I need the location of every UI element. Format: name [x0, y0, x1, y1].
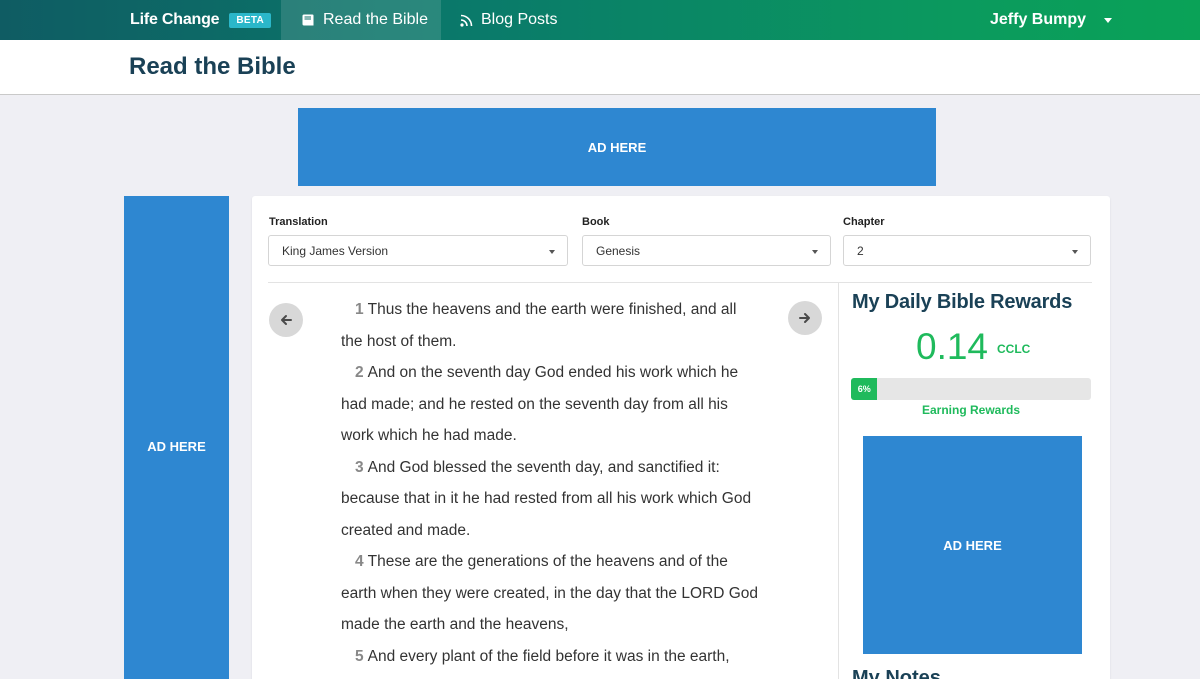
verse: 4 These are the generations of the heaven… — [341, 546, 761, 641]
ad-label: AD HERE — [147, 438, 206, 454]
brand-name: Life Change — [130, 11, 220, 28]
book-select[interactable]: Genesis — [582, 235, 831, 266]
translation-label: Translation — [269, 216, 328, 228]
divider — [268, 282, 1092, 283]
chapter-select[interactable]: 2 — [843, 235, 1091, 266]
book-label: Book — [582, 216, 610, 228]
verse-text: And every plant of the field before it w… — [367, 647, 730, 665]
book-value: Genesis — [596, 243, 641, 258]
verse-number: 5 — [355, 647, 364, 665]
reward-amount: 0.14 — [916, 326, 989, 367]
rewards-title: My Daily Bible Rewards — [852, 291, 1073, 313]
chapter-value: 2 — [857, 243, 864, 258]
nav-read-the-bible[interactable]: Read the Bible — [281, 0, 441, 40]
ad-label: AD HERE — [587, 139, 647, 155]
verse: 2 And on the seventh day God ended his wo… — [341, 357, 761, 452]
user-name: Jeffy Bumpy — [990, 11, 1087, 28]
verse-number: 3 — [355, 458, 364, 476]
verse: 3 And God blessed the seventh day, and sa… — [341, 452, 761, 547]
earning-status: Earning Rewards — [921, 403, 1021, 417]
next-chapter-button[interactable] — [788, 301, 822, 335]
verse: 5 And every plant of the field before it … — [341, 641, 761, 673]
ad-banner-right[interactable]: AD HERE — [863, 436, 1082, 654]
book-icon — [302, 14, 314, 26]
verse-text: These are the generations of the heavens… — [341, 553, 759, 633]
brand-logo[interactable]: Life Change BETA — [130, 0, 272, 40]
notes-title: My Notes — [852, 667, 941, 679]
ad-banner-top[interactable]: AD HERE — [298, 108, 936, 186]
nav-read-label: Read the Bible — [323, 11, 428, 28]
page-title: Read the Bible — [129, 53, 296, 80]
verse-text: And on the seventh day God ended his wor… — [341, 364, 739, 444]
translation-value: King James Version — [282, 243, 389, 258]
chapter-text: 1 Thus the heavens and the earth were fin… — [341, 294, 761, 672]
beta-badge: BETA — [229, 12, 272, 28]
ad-label: AD HERE — [943, 537, 1002, 553]
reward-unit: CCLC — [997, 342, 1031, 356]
divider — [838, 283, 839, 679]
chevron-down-icon — [1104, 17, 1113, 23]
translation-select[interactable]: King James Version — [268, 235, 568, 266]
arrow-left-icon — [281, 315, 292, 325]
rss-icon — [460, 14, 473, 27]
nav-blog-label: Blog Posts — [481, 11, 558, 28]
chapter-label: Chapter — [843, 216, 885, 228]
progress-fill: 6% — [851, 378, 878, 400]
ad-banner-left[interactable]: AD HERE — [124, 196, 229, 679]
page-header: Read the Bible — [0, 40, 1200, 95]
chevron-down-icon — [549, 250, 555, 254]
nav-blog-posts[interactable]: Blog Posts — [460, 0, 557, 40]
verse-number: 2 — [355, 364, 364, 381]
verse-text: And God blessed the seventh day, and san… — [341, 458, 752, 539]
user-menu[interactable]: Jeffy Bumpy — [990, 0, 1113, 40]
verse: 1 Thus the heavens and the earth were fin… — [341, 294, 761, 357]
verse-text: Thus the heavens and the earth were fini… — [341, 301, 737, 350]
previous-chapter-button[interactable] — [269, 303, 303, 337]
verse-number: 1 — [355, 301, 364, 318]
top-navbar: Life Change BETA Read the Bible Blog Pos… — [0, 0, 1200, 40]
verse-number: 4 — [355, 553, 364, 570]
arrow-right-icon — [799, 313, 810, 323]
chevron-down-icon — [812, 250, 818, 254]
rewards-progress-bar: 6% — [851, 378, 1091, 400]
chevron-down-icon — [1072, 250, 1078, 254]
